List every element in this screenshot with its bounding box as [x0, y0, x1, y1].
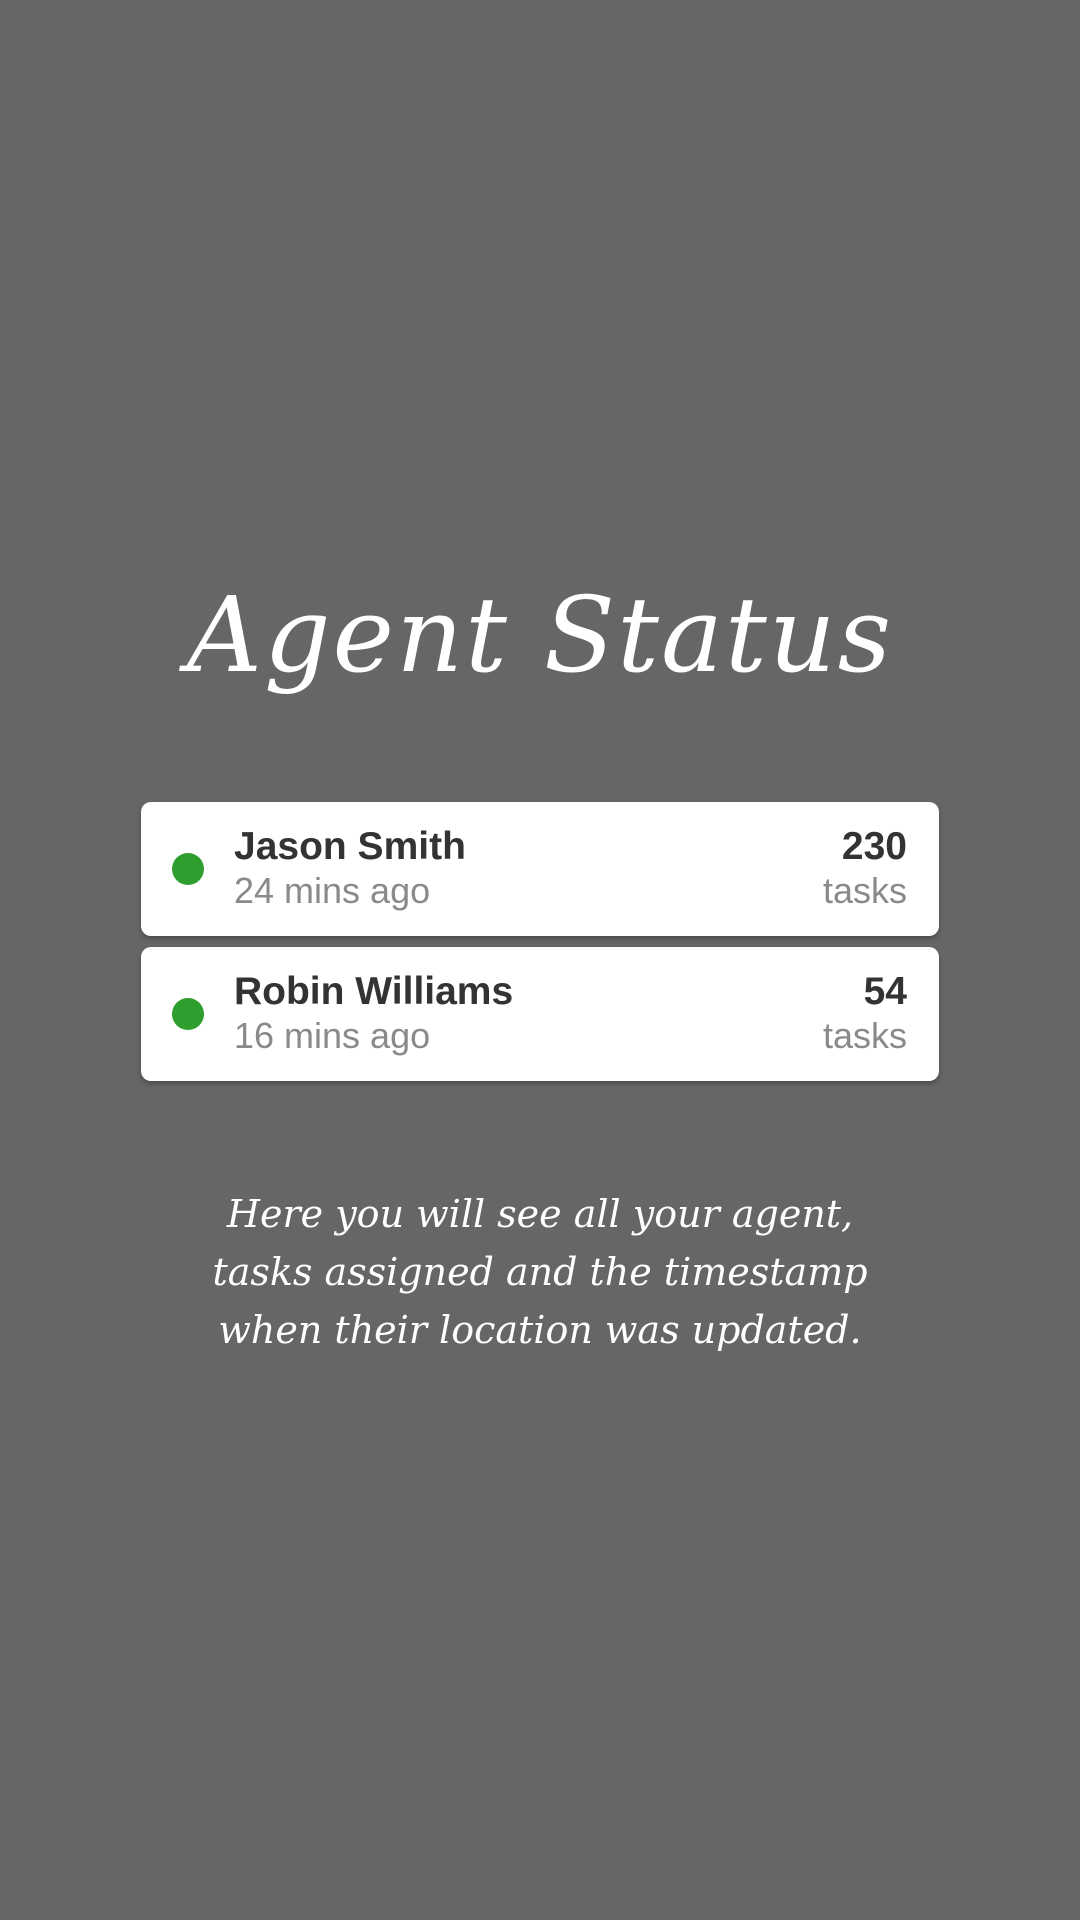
- status-online-dot-icon: [172, 998, 204, 1030]
- agent-last-update: 16 mins ago: [234, 1015, 431, 1056]
- agent-task-count: 54: [863, 970, 907, 1013]
- agent-card[interactable]: Robin Williams 16 mins ago 54 tasks: [141, 947, 939, 1081]
- agent-status-screen: Agent Status Jason Smith 24 mins ago 230…: [0, 0, 1080, 1920]
- agent-card[interactable]: Jason Smith 24 mins ago 230 tasks: [141, 802, 939, 936]
- agent-task-unit: tasks: [822, 1015, 907, 1056]
- page-title: Agent Status: [186, 574, 894, 696]
- agent-name: Robin Williams: [234, 970, 514, 1013]
- status-online-dot-icon: [172, 853, 204, 885]
- agent-list: Jason Smith 24 mins ago 230 tasks Robin …: [141, 802, 939, 1092]
- agent-task-unit: tasks: [822, 870, 907, 911]
- agent-last-update: 24 mins ago: [234, 870, 431, 911]
- agent-name: Jason Smith: [234, 825, 466, 868]
- agent-task-count: 230: [841, 825, 907, 868]
- onboarding-description: Here you will see all your agent, tasks …: [212, 1192, 868, 1352]
